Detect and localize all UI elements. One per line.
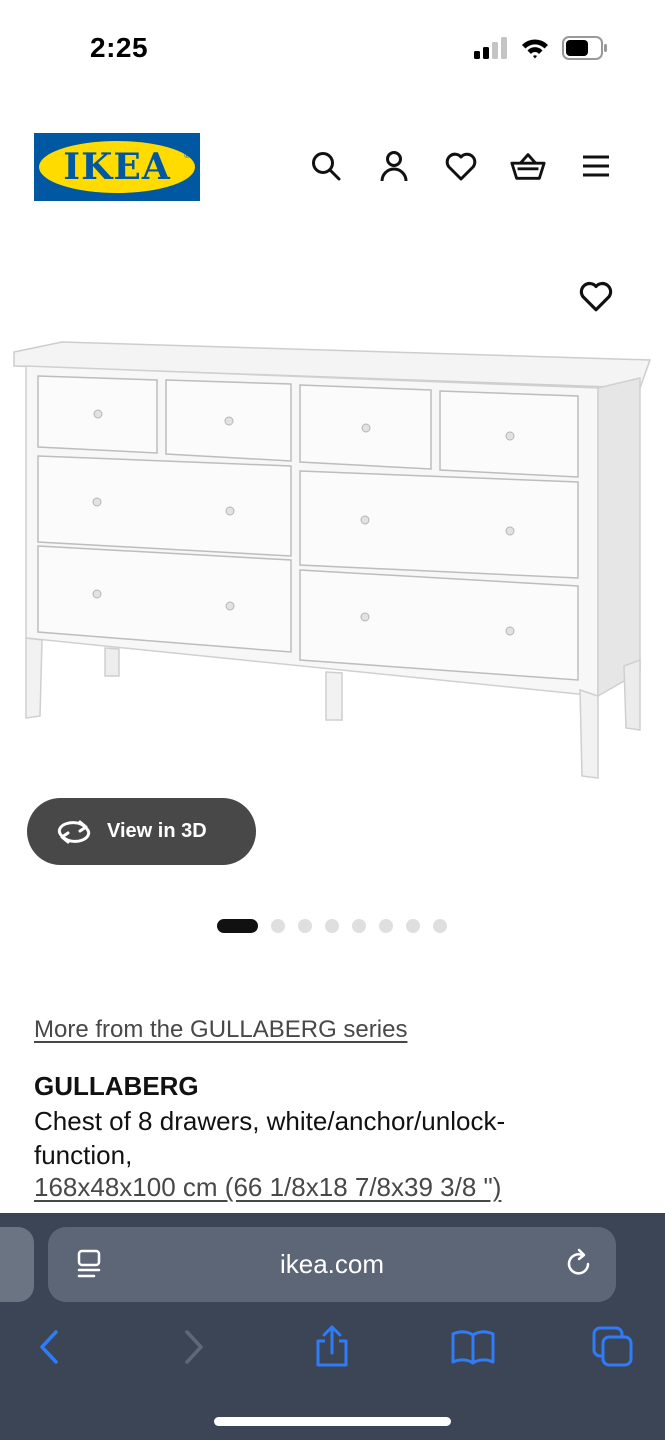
product-description: Chest of 8 drawers, white/anchor/unlock-… [34, 1106, 506, 1170]
ikea-logo[interactable]: IKEA ® [34, 133, 200, 201]
logo-text: IKEA [63, 146, 171, 188]
share-icon[interactable] [310, 1325, 354, 1369]
carousel-dot[interactable] [406, 919, 420, 933]
carousel-dot[interactable] [217, 919, 258, 933]
menu-icon[interactable] [578, 148, 614, 184]
previous-tab-peek[interactable] [0, 1227, 34, 1302]
carousel-dot[interactable] [379, 919, 393, 933]
basket-icon[interactable] [510, 148, 546, 184]
url-text: ikea.com [279, 1249, 385, 1279]
view-in-3d-button[interactable]: View in 3D [27, 798, 256, 865]
tabs-icon[interactable] [591, 1325, 635, 1369]
back-icon[interactable] [28, 1325, 72, 1369]
carousel-dot[interactable] [433, 919, 447, 933]
product-name: GULLABERG [34, 1071, 199, 1101]
home-indicator[interactable] [214, 1417, 451, 1426]
status-icons [474, 35, 608, 65]
heart-icon[interactable] [443, 148, 479, 184]
product-image[interactable] [0, 230, 665, 790]
search-icon[interactable] [308, 148, 344, 184]
site-header: IKEA ® [0, 120, 665, 220]
rotate-3d-icon [55, 817, 93, 847]
battery-icon [562, 35, 608, 65]
cellular-signal-icon [474, 36, 508, 64]
status-time: 2:25 [90, 32, 149, 63]
carousel-dot[interactable] [298, 919, 312, 933]
view-in-3d-label: View in 3D [107, 820, 207, 842]
registered-mark: ® [184, 151, 190, 160]
wifi-icon [520, 37, 550, 64]
reload-icon[interactable] [562, 1247, 596, 1281]
forward-icon[interactable] [171, 1325, 215, 1369]
carousel-dot[interactable] [271, 919, 285, 933]
series-link[interactable]: More from the GULLABERG series [34, 1016, 407, 1044]
product-size-link[interactable]: 168x48x100 cm (66 1/8x18 7/8x39 3/8 ") [34, 1172, 501, 1203]
heart-outline-icon[interactable] [578, 278, 614, 314]
dresser-illustration [13, 341, 652, 779]
account-icon[interactable] [376, 148, 412, 184]
bookmarks-icon[interactable] [450, 1325, 495, 1369]
carousel-dot[interactable] [352, 919, 366, 933]
status-bar: 2:25 [0, 0, 665, 100]
carousel-dot[interactable] [325, 919, 339, 933]
address-bar[interactable]: ikea.com [48, 1227, 616, 1302]
carousel-dots [217, 918, 460, 934]
